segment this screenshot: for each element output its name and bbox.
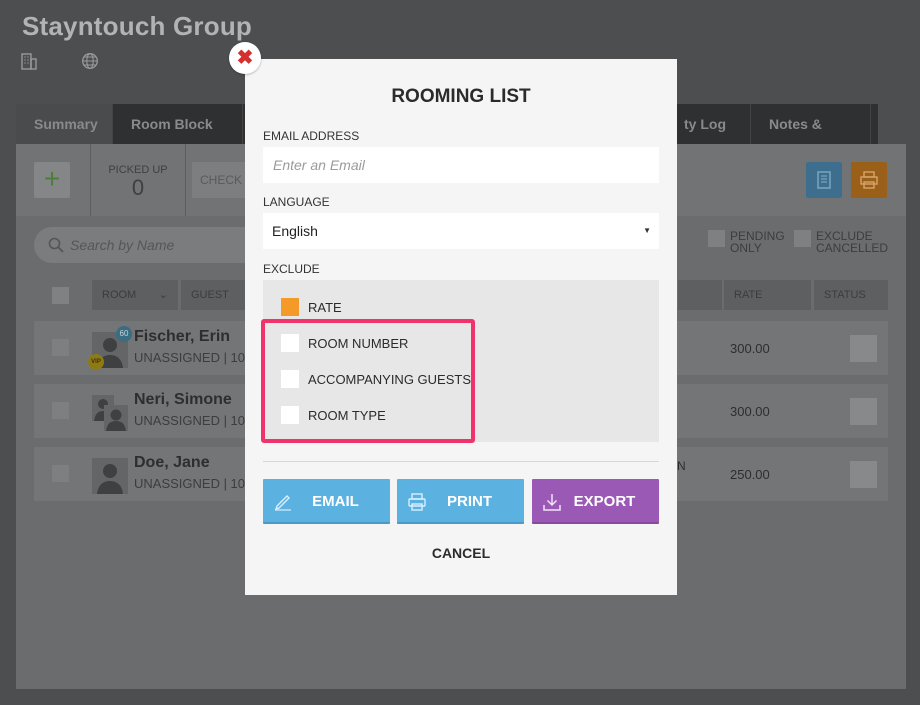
guest-name[interactable]: Doe, Jane <box>134 454 210 472</box>
chevron-down-icon: ⌄ <box>158 289 168 301</box>
status-button[interactable] <box>850 461 877 488</box>
language-select[interactable]: English ▼ <box>263 213 659 249</box>
rate-value: 250.00 <box>730 467 770 482</box>
avatar <box>92 458 128 494</box>
rate-value: 300.00 <box>730 341 770 356</box>
print-toolbar-button[interactable] <box>851 162 887 198</box>
export-button[interactable]: EXPORT <box>532 479 659 524</box>
select-all-checkbox[interactable] <box>52 287 69 304</box>
modal-title: ROOMING LIST <box>391 86 531 107</box>
column-room[interactable]: ROOM ⌄ <box>92 280 178 310</box>
email-field[interactable] <box>263 147 659 183</box>
status-button[interactable] <box>850 335 877 362</box>
exclude-cancelled-checkbox[interactable] <box>794 230 811 247</box>
print-button-label: PRINT <box>447 493 492 510</box>
exclude-label: EXCLUDE <box>263 262 320 276</box>
room-assignment: UNASSIGNED | 100 <box>134 413 253 428</box>
column-status[interactable]: STATUS <box>814 280 888 310</box>
pending-only-checkbox[interactable] <box>708 230 725 247</box>
row-checkbox[interactable] <box>52 402 69 419</box>
add-reservation-button[interactable]: + <box>34 162 70 198</box>
language-value: English <box>272 223 318 239</box>
row-checkbox[interactable] <box>52 465 69 482</box>
email-button[interactable]: EMAIL <box>263 479 390 524</box>
app-title: Stayntouch Group <box>22 11 252 41</box>
rooming-list-button[interactable] <box>806 162 842 198</box>
group-avatar <box>92 395 128 431</box>
divider <box>263 461 659 462</box>
vip-badge: VIP <box>88 354 104 370</box>
column-rate[interactable]: RATE <box>724 280 811 310</box>
close-icon[interactable]: ✖ <box>229 42 261 74</box>
export-button-label: EXPORT <box>573 493 636 510</box>
rooming-list-modal: ROOMING LIST EMAIL ADDRESS LANGUAGE Engl… <box>245 59 677 595</box>
column-guest-name[interactable]: GUEST NAM <box>181 280 245 310</box>
guest-count-badge: 60 <box>116 326 132 342</box>
truncated-cell: N <box>677 459 686 473</box>
language-label: LANGUAGE <box>263 195 330 209</box>
rate-value: 300.00 <box>730 404 770 419</box>
highlight-outline <box>261 319 475 443</box>
row-checkbox[interactable] <box>52 339 69 356</box>
globe-icon[interactable] <box>81 52 99 70</box>
search-icon <box>48 237 64 253</box>
picked-up-counter: PICKED UP 0 <box>90 144 186 216</box>
pending-only-label: PENDING ONLY <box>730 229 785 255</box>
picked-up-value: 0 <box>131 175 145 200</box>
email-button-label: EMAIL <box>312 493 359 510</box>
caret-down-icon: ▼ <box>643 226 651 235</box>
guest-name[interactable]: Neri, Simone <box>134 391 232 409</box>
column-room-label: ROOM <box>102 289 137 301</box>
tab-notes-files[interactable]: Notes & Files <box>751 104 871 172</box>
document-icon <box>817 171 831 189</box>
rate-option-label: RATE <box>308 300 342 315</box>
cancel-button[interactable]: CANCEL <box>245 545 677 561</box>
print-button[interactable]: PRINT <box>397 479 524 524</box>
guest-name[interactable]: Fischer, Erin <box>134 328 230 346</box>
tab-room-block-details[interactable]: Room Block Detail <box>113 104 243 144</box>
building-icon[interactable] <box>20 52 38 70</box>
printer-icon <box>860 171 878 189</box>
search-placeholder: Search by Name <box>70 237 175 253</box>
status-button[interactable] <box>850 398 877 425</box>
column-spacer <box>678 280 722 310</box>
tab-activity-log[interactable]: ty Log <box>676 104 751 144</box>
room-assignment: UNASSIGNED | 100 <box>134 476 253 491</box>
rate-checkbox[interactable] <box>281 298 299 316</box>
email-label: EMAIL ADDRESS <box>263 129 360 143</box>
room-assignment: UNASSIGNED | 100 <box>134 350 253 365</box>
exclude-cancelled-label: EXCLUDE CANCELLED <box>816 229 889 255</box>
tab-summary[interactable]: Summary <box>16 104 113 144</box>
check-in-button[interactable]: CHECK I <box>192 162 248 198</box>
